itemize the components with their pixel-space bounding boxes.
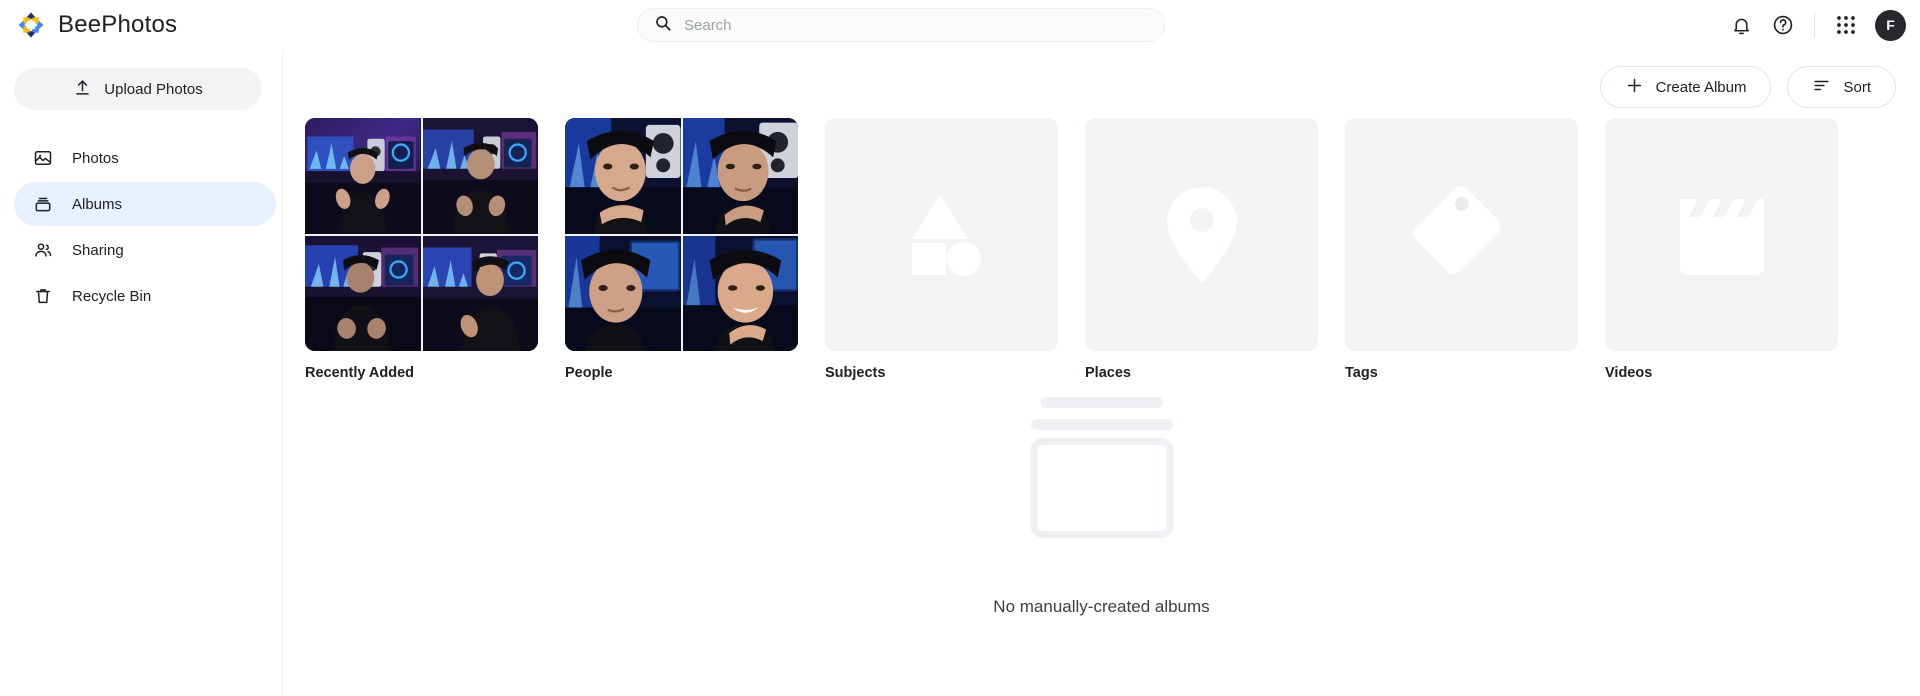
upload-photos-button[interactable]: Upload Photos [14, 68, 262, 110]
sort-lines-icon [1812, 76, 1831, 99]
empty-album-icon [997, 395, 1207, 545]
photo-thumbnail [565, 235, 681, 351]
header-divider [1814, 12, 1815, 38]
album-title: Videos [1605, 365, 1653, 381]
photo-thumbnail [422, 118, 538, 234]
image-icon [32, 147, 54, 169]
sidebar-item-photos[interactable]: Photos [14, 136, 276, 180]
album-thumbnail [1085, 118, 1318, 351]
album-thumbnail [825, 118, 1058, 351]
empty-state: No manually-created albums [283, 395, 1920, 617]
photo-thumbnail [682, 118, 798, 234]
album-thumbnail [305, 118, 538, 351]
apps-button[interactable] [1825, 4, 1867, 46]
header-actions: F [1720, 0, 1906, 50]
sidebar-item-recycle-bin[interactable]: Recycle Bin [14, 274, 276, 318]
album-title: People [565, 365, 613, 381]
shapes-icon [825, 118, 1058, 351]
main-content: Create Album Sort Recently Added People … [283, 50, 1920, 696]
album-thumbnail [1605, 118, 1838, 351]
album-card-recently-added[interactable]: Recently Added [305, 118, 538, 381]
trash-icon [32, 285, 54, 307]
search-placeholder: Search [684, 16, 732, 34]
upload-icon [73, 78, 92, 101]
album-card-videos[interactable]: Videos [1605, 118, 1838, 381]
album-thumbnail [1345, 118, 1578, 351]
album-card-subjects[interactable]: Subjects [825, 118, 1058, 381]
sidebar-item-label: Sharing [72, 241, 124, 259]
album-title: Recently Added [305, 365, 415, 381]
album-title: Tags [1345, 365, 1378, 381]
album-title: Places [1085, 365, 1131, 381]
album-toolbar: Create Album Sort [1599, 66, 1896, 108]
create-album-button[interactable]: Create Album [1599, 66, 1772, 108]
empty-bar-top [1040, 397, 1163, 408]
clapperboard-icon [1605, 118, 1838, 351]
create-album-label: Create Album [1655, 78, 1747, 96]
album-title: Subjects [825, 365, 886, 381]
sidebar-item-albums[interactable]: Albums [14, 182, 276, 226]
photo-thumbnail [682, 235, 798, 351]
empty-state-message: No manually-created albums [993, 597, 1210, 616]
empty-bar-bottom [1030, 419, 1173, 430]
map-pin-icon [1085, 118, 1318, 351]
people-icon [32, 239, 54, 261]
albums-icon [32, 193, 54, 215]
photo-thumbnail [305, 118, 421, 234]
sort-button[interactable]: Sort [1787, 66, 1896, 108]
search-bar[interactable]: Search [637, 8, 1165, 42]
notifications-button[interactable] [1720, 4, 1762, 46]
album-card-tags[interactable]: Tags [1345, 118, 1578, 381]
search-icon [654, 14, 672, 37]
sidebar-item-label: Photos [72, 149, 119, 167]
album-thumbnail [565, 118, 798, 351]
brand-name: BeePhotos [58, 11, 178, 38]
sort-label: Sort [1843, 78, 1871, 96]
sidebar: Upload Photos Photos Albums Sharing Recy… [0, 50, 283, 696]
upload-photos-label: Upload Photos [104, 80, 203, 98]
plus-icon [1625, 76, 1644, 99]
photo-mosaic [305, 118, 538, 351]
empty-box [1030, 438, 1173, 538]
beephotos-logo-icon [16, 10, 46, 40]
sidebar-item-label: Albums [72, 195, 123, 213]
photo-thumbnail [305, 235, 421, 351]
album-grid: Recently Added People Subjects Places Ta… [305, 118, 1838, 381]
sidebar-item-label: Recycle Bin [72, 287, 152, 305]
album-card-people[interactable]: People [565, 118, 798, 381]
sidebar-item-sharing[interactable]: Sharing [14, 228, 276, 272]
app-header: BeePhotos Search F [0, 0, 1920, 50]
photo-thumbnail [422, 235, 538, 351]
photo-mosaic [565, 118, 798, 351]
avatar[interactable]: F [1875, 9, 1906, 41]
album-card-places[interactable]: Places [1085, 118, 1318, 381]
photo-thumbnail [565, 118, 681, 234]
tag-icon [1345, 118, 1578, 351]
brand: BeePhotos [0, 10, 470, 40]
help-button[interactable] [1762, 4, 1804, 46]
